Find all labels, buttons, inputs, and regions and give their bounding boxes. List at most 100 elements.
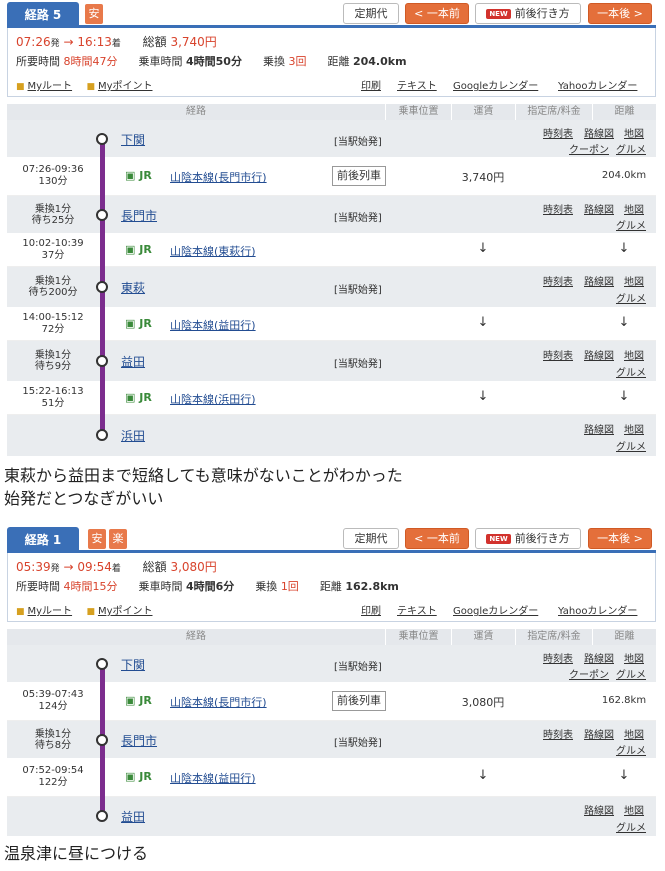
route-summary: 05:39発 → 09:54着 総額 3,080円 所要時間 4時間15分 乗車… <box>7 553 656 622</box>
arrow-icon: → <box>63 560 74 574</box>
timetable-link[interactable]: 時刻表 <box>543 201 573 216</box>
map-link[interactable]: 地図 <box>624 421 644 436</box>
gourmet-link[interactable]: グルメ <box>616 742 646 757</box>
station-name[interactable]: 浜田 <box>121 427 145 444</box>
station-name[interactable]: 下関 <box>121 656 145 673</box>
new-badge: NEW <box>486 9 511 19</box>
gourmet-link[interactable]: グルメ <box>616 438 646 453</box>
table-header: 経路 乗車位置 運賃 指定席/料金 距離 <box>7 104 656 120</box>
down-arrow-icon: ↓ <box>618 768 630 783</box>
route-map-link[interactable]: 路線図 <box>584 421 614 436</box>
prev-train-button[interactable]: < 一本前 <box>405 528 469 549</box>
station-name[interactable]: 東萩 <box>121 279 145 296</box>
gourmet-link[interactable]: グルメ <box>616 217 646 232</box>
station-name[interactable]: 益田 <box>121 808 145 825</box>
next-train-button[interactable]: 一本後 > <box>588 3 652 24</box>
station-row: 乗換1分 待ち25分 長門市 [当駅始発] 時刻表 路線図 地図 グルメ <box>7 196 656 234</box>
coupon-link[interactable]: クーポン <box>569 141 609 156</box>
easy-badge: 楽 <box>109 529 127 549</box>
train-icon: ▣ JR <box>125 317 152 330</box>
text-link[interactable]: テキスト <box>397 602 437 617</box>
route-map-link[interactable]: 路線図 <box>584 650 614 665</box>
new-badge: NEW <box>486 534 511 544</box>
time-row: 07:26発 → 16:13着 総額 3,740円 <box>16 35 217 49</box>
segment-row: 07:52-09:54 122分 ▣ JR 山陰本線(益田行) ↓ ↓ <box>7 759 656 797</box>
line-name[interactable]: 山陰本線(益田行) <box>170 317 256 333</box>
route-map-link[interactable]: 路線図 <box>584 802 614 817</box>
station-name[interactable]: 益田 <box>121 353 145 370</box>
next-train-button[interactable]: 一本後 > <box>588 528 652 549</box>
map-link[interactable]: 地図 <box>624 726 644 741</box>
route-map-link[interactable]: 路線図 <box>584 726 614 741</box>
teiki-button[interactable]: 定期代 <box>343 3 399 24</box>
gourmet-link[interactable]: グルメ <box>616 819 646 834</box>
station-node-icon <box>96 810 108 822</box>
timetable-link[interactable]: 時刻表 <box>543 125 573 140</box>
lock-icon: ■ <box>16 82 25 92</box>
my-point-link[interactable]: Myポイント <box>98 606 153 617</box>
segment-row: 05:39-07:43 124分 ▣ JR 山陰本線(長門市行) 前後列車 3,… <box>7 683 656 721</box>
route-tab[interactable]: 経路 5 <box>7 2 79 28</box>
zengo-train-button[interactable]: 前後列車 <box>332 691 386 711</box>
map-link[interactable]: 地図 <box>624 802 644 817</box>
route-map-link[interactable]: 路線図 <box>584 347 614 362</box>
stats-row: 所要時間 8時間47分 乗車時間 4時間50分 乗換 3回 距離 204.0km <box>16 55 407 68</box>
timetable-link[interactable]: 時刻表 <box>543 273 573 288</box>
line-name[interactable]: 山陰本線(長門市行) <box>170 169 267 185</box>
gourmet-link[interactable]: グルメ <box>616 364 646 379</box>
gourmet-link[interactable]: グルメ <box>616 666 646 681</box>
line-name[interactable]: 山陰本線(浜田行) <box>170 391 256 407</box>
station-node-icon <box>96 429 108 441</box>
my-point-link[interactable]: Myポイント <box>98 81 153 92</box>
train-icon: ▣ JR <box>125 243 152 256</box>
timetable-link[interactable]: 時刻表 <box>543 726 573 741</box>
route-map-link[interactable]: 路線図 <box>584 125 614 140</box>
teiki-button[interactable]: 定期代 <box>343 528 399 549</box>
timetable-link[interactable]: 時刻表 <box>543 347 573 362</box>
yahoo-calendar-link[interactable]: Yahooカレンダー <box>558 77 637 92</box>
route-map-link[interactable]: 路線図 <box>584 273 614 288</box>
route-tab[interactable]: 経路 1 <box>7 527 79 553</box>
segment-fare: 3,080円 <box>461 696 505 709</box>
google-calendar-link[interactable]: Googleカレンダー <box>453 602 538 617</box>
gourmet-link[interactable]: グルメ <box>616 290 646 305</box>
print-link[interactable]: 印刷 <box>361 77 381 92</box>
map-link[interactable]: 地図 <box>624 125 644 140</box>
station-name[interactable]: 長門市 <box>121 732 157 749</box>
station-name[interactable]: 長門市 <box>121 207 157 224</box>
zengo-button[interactable]: NEW 前後行き方 <box>475 528 581 549</box>
segment-row: 07:26-09:36 130分 ▣ JR 山陰本線(長門市行) 前後列車 3,… <box>7 158 656 196</box>
station-name[interactable]: 下関 <box>121 131 145 148</box>
map-link[interactable]: 地図 <box>624 650 644 665</box>
gourmet-link[interactable]: グルメ <box>616 141 646 156</box>
map-link[interactable]: 地図 <box>624 347 644 362</box>
stats-row: 所要時間 4時間15分 乗車時間 4時間6分 乗換 1回 距離 162.8km <box>16 580 399 593</box>
station-node-icon <box>96 209 108 221</box>
route-map-link[interactable]: 路線図 <box>584 201 614 216</box>
map-link[interactable]: 地図 <box>624 273 644 288</box>
my-route-link[interactable]: Myルート <box>28 81 73 92</box>
coupon-link[interactable]: クーポン <box>569 666 609 681</box>
timetable-link[interactable]: 時刻表 <box>543 650 573 665</box>
segment-distance: 162.8km <box>601 695 647 706</box>
map-link[interactable]: 地図 <box>624 201 644 216</box>
table-header: 経路 乗車位置 運賃 指定席/料金 距離 <box>7 629 656 645</box>
text-link[interactable]: テキスト <box>397 77 437 92</box>
arrow-icon: → <box>63 35 74 49</box>
cheap-badge: 安 <box>88 529 106 549</box>
station-node-icon <box>96 281 108 293</box>
print-link[interactable]: 印刷 <box>361 602 381 617</box>
yahoo-calendar-link[interactable]: Yahooカレンダー <box>558 602 637 617</box>
prev-train-button[interactable]: < 一本前 <box>405 3 469 24</box>
total-fare: 3,740円 <box>170 35 217 49</box>
zengo-train-button[interactable]: 前後列車 <box>332 166 386 186</box>
links-row: ■ Myルート ■ Myポイント 印刷 テキスト Googleカレンダー Yahoo… <box>16 602 648 617</box>
line-name[interactable]: 山陰本線(益田行) <box>170 770 256 786</box>
station-row: 浜田 路線図 地図 グルメ <box>7 415 656 457</box>
my-route-link[interactable]: Myルート <box>28 606 73 617</box>
google-calendar-link[interactable]: Googleカレンダー <box>453 77 538 92</box>
line-name[interactable]: 山陰本線(東萩行) <box>170 243 256 259</box>
line-name[interactable]: 山陰本線(長門市行) <box>170 694 267 710</box>
train-icon: ▣ JR <box>125 694 152 707</box>
zengo-button[interactable]: NEW 前後行き方 <box>475 3 581 24</box>
